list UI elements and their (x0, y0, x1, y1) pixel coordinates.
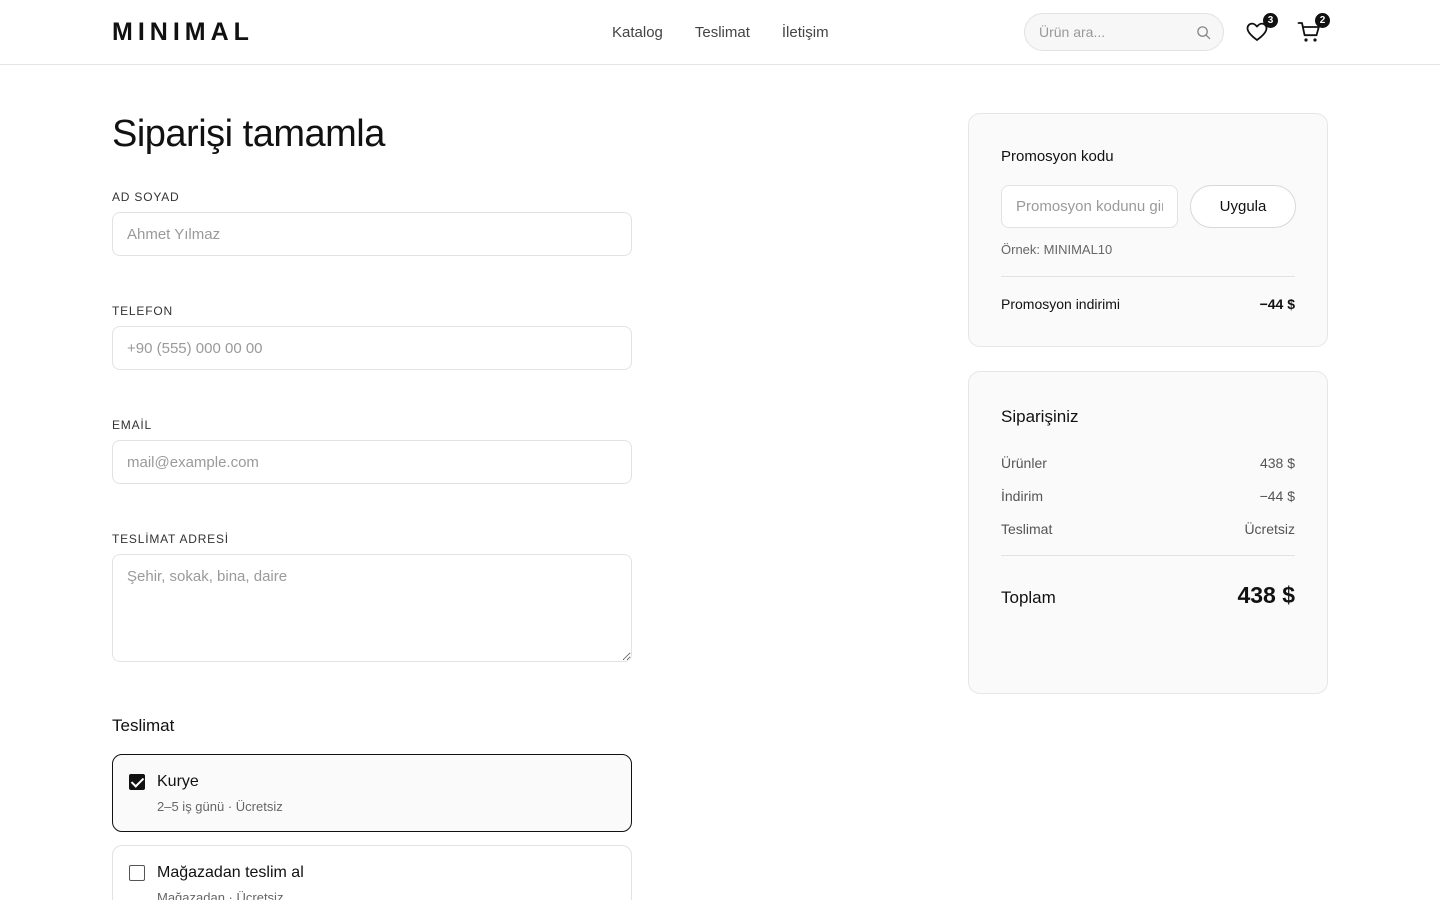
site-header: MINIMAL Katalog Teslimat İletişim 3 2 (0, 0, 1440, 65)
delivery-option-pickup[interactable]: Mağazadan teslim al Mağazadan · Ücretsiz (112, 845, 632, 900)
wishlist-count-badge: 3 (1263, 13, 1278, 28)
apply-promo-button[interactable]: Uygula (1190, 185, 1296, 228)
search-icon[interactable] (1196, 25, 1211, 40)
nav-link-teslimat[interactable]: Teslimat (695, 24, 750, 41)
delivery-option-title: Kurye (157, 773, 199, 790)
summary-row-value: −44 $ (1259, 488, 1295, 504)
wishlist-button[interactable]: 3 (1245, 13, 1278, 46)
cart-button[interactable]: 2 (1297, 13, 1330, 46)
nav-link-iletisim[interactable]: İletişim (782, 24, 829, 41)
delivery-section-title: Teslimat (112, 716, 175, 735)
summary-title: Siparişiniz (1001, 407, 1079, 426)
phone-field[interactable] (112, 326, 632, 370)
address-field[interactable] (112, 554, 632, 662)
delivery-option-subtitle: 2–5 iş günü · Ücretsiz (157, 799, 283, 814)
promo-hint: Örnek: MINIMAL10 (1001, 242, 1113, 257)
summary-row-label: Ürünler (1001, 455, 1047, 471)
summary-total-value: 438 $ (1237, 582, 1295, 608)
summary-row-discount: İndirim −44 $ (1001, 488, 1295, 504)
promo-discount-value: −44 $ (1259, 296, 1295, 312)
summary-row-value: Ücretsiz (1244, 521, 1295, 537)
promo-discount-label: Promosyon indirimi (1001, 296, 1121, 312)
promo-title: Promosyon kodu (1001, 148, 1114, 165)
promo-divider (1001, 276, 1295, 277)
email-field[interactable] (112, 440, 632, 484)
page-title: Siparişi tamamla (112, 113, 385, 155)
search-input[interactable] (1039, 14, 1189, 50)
name-label: AD SOYAD (112, 190, 180, 204)
summary-row-label: Teslimat (1001, 521, 1053, 537)
promo-code-input[interactable] (1001, 185, 1178, 228)
delivery-option-title: Mağazadan teslim al (157, 864, 304, 881)
summary-total-row: Toplam 438 $ (1001, 582, 1295, 609)
pickup-checkbox[interactable] (129, 865, 145, 881)
address-label: TESLİMAT ADRESİ (112, 532, 229, 546)
summary-row-label: İndirim (1001, 488, 1044, 504)
search-box (1024, 13, 1224, 51)
email-label: EMAİL (112, 418, 153, 432)
main-nav: Katalog Teslimat İletişim (612, 24, 861, 41)
delivery-option-subtitle: Mağazadan · Ücretsiz (157, 890, 284, 900)
summary-divider (1001, 555, 1295, 556)
summary-total-label: Toplam (1001, 588, 1056, 607)
promo-card: Promosyon kodu Uygula Örnek: MINIMAL10 P… (968, 113, 1328, 347)
delivery-option-courier[interactable]: Kurye 2–5 iş günü · Ücretsiz (112, 754, 632, 832)
summary-row-value: 438 $ (1259, 455, 1295, 471)
logo[interactable]: MINIMAL (112, 18, 254, 47)
name-field[interactable] (112, 212, 632, 256)
nav-link-katalog[interactable]: Katalog (612, 24, 663, 41)
cart-count-badge: 2 (1315, 13, 1330, 28)
summary-row-delivery: Teslimat Ücretsiz (1001, 521, 1295, 537)
summary-row-items: Ürünler 438 $ (1001, 455, 1295, 471)
order-summary-card: Siparişiniz Ürünler 438 $ İndirim −44 $ … (968, 371, 1328, 694)
phone-label: TELEFON (112, 304, 173, 318)
courier-checkbox[interactable] (129, 774, 145, 790)
promo-discount-row: Promosyon indirimi −44 $ (1001, 296, 1295, 312)
